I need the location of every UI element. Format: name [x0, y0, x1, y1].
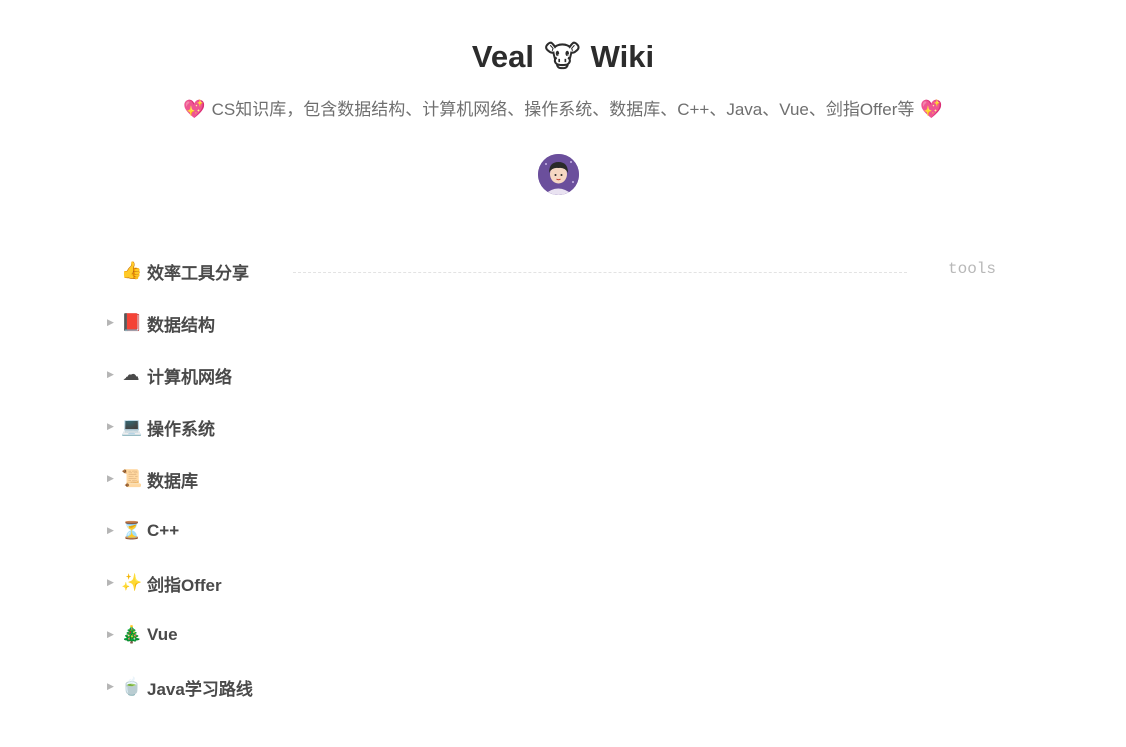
subtitle-text: CS知识库，包含数据结构、计算机网络、操作系统、数据库、C++、Java、Vue…	[211, 100, 915, 119]
tools-tag: tools	[948, 260, 997, 278]
avatar[interactable]	[538, 154, 579, 195]
list-item-label: 剑指Offer	[147, 575, 222, 595]
cow-icon: 🐮	[543, 39, 581, 75]
laptop-icon: 💻	[121, 417, 143, 437]
list-item-tools[interactable]: ▶ 👍 效率工具分享	[107, 257, 249, 285]
heart-icon: 💖	[920, 99, 943, 120]
expand-arrow-icon[interactable]: ▶	[107, 526, 121, 536]
list-item-vue[interactable]: ▶ 🎄 Vue	[107, 621, 178, 649]
list-item-label: 操作系统	[147, 419, 215, 439]
expand-arrow-icon[interactable]: ▶	[107, 474, 121, 484]
expand-arrow-icon[interactable]: ▶	[107, 578, 121, 588]
list-item-database[interactable]: ▶ 📜 数据库	[107, 465, 198, 493]
christmas-tree-icon: 🎄	[121, 625, 143, 645]
expand-arrow-icon[interactable]: ▶	[107, 630, 121, 640]
list-item-label: Vue	[147, 625, 178, 644]
title-text-left: Veal	[471, 39, 534, 74]
page-subtitle: 💖 CS知识库，包含数据结构、计算机网络、操作系统、数据库、C++、Java、Vu…	[0, 98, 1126, 122]
expand-arrow-icon[interactable]: ▶	[107, 422, 121, 432]
list-item-label: Java学习路线	[147, 679, 253, 699]
expand-arrow-icon[interactable]: ▶	[107, 682, 121, 692]
hourglass-icon: ⏳	[121, 521, 143, 541]
thumbs-up-icon: 👍	[121, 261, 143, 281]
list-item-label: 数据库	[147, 471, 198, 491]
list-item-os[interactable]: ▶ 💻 操作系统	[107, 413, 215, 441]
list-item-label: C++	[147, 521, 180, 540]
title-text-right: Wiki	[590, 39, 655, 74]
list-item-java[interactable]: ▶ 🍵 Java学习路线	[107, 673, 253, 701]
dashed-divider	[293, 272, 907, 273]
list-item-label: 效率工具分享	[147, 263, 249, 283]
tea-icon: 🍵	[121, 677, 143, 697]
expand-arrow-icon[interactable]: ▶	[107, 318, 121, 328]
list-item-networks[interactable]: ▶ ☁ 计算机网络	[107, 361, 232, 389]
expand-arrow-icon[interactable]: ▶	[107, 370, 121, 380]
list-item-offer[interactable]: ▶ ✨ 剑指Offer	[107, 569, 222, 597]
list-item-data-structures[interactable]: ▶ 📕 数据结构	[107, 309, 215, 337]
cloud-icon: ☁	[122, 365, 140, 385]
heart-icon: 💖	[183, 99, 206, 120]
sparkles-icon: ✨	[121, 573, 143, 593]
avatar-image	[538, 154, 579, 195]
list-item-label: 数据结构	[147, 315, 215, 335]
list-item-label: 计算机网络	[147, 367, 232, 387]
page-title: Veal 🐮 Wiki	[0, 36, 1126, 78]
red-book-icon: 📕	[121, 313, 143, 333]
scroll-icon: 📜	[121, 469, 143, 489]
list-item-cpp[interactable]: ▶ ⏳ C++	[107, 517, 179, 545]
